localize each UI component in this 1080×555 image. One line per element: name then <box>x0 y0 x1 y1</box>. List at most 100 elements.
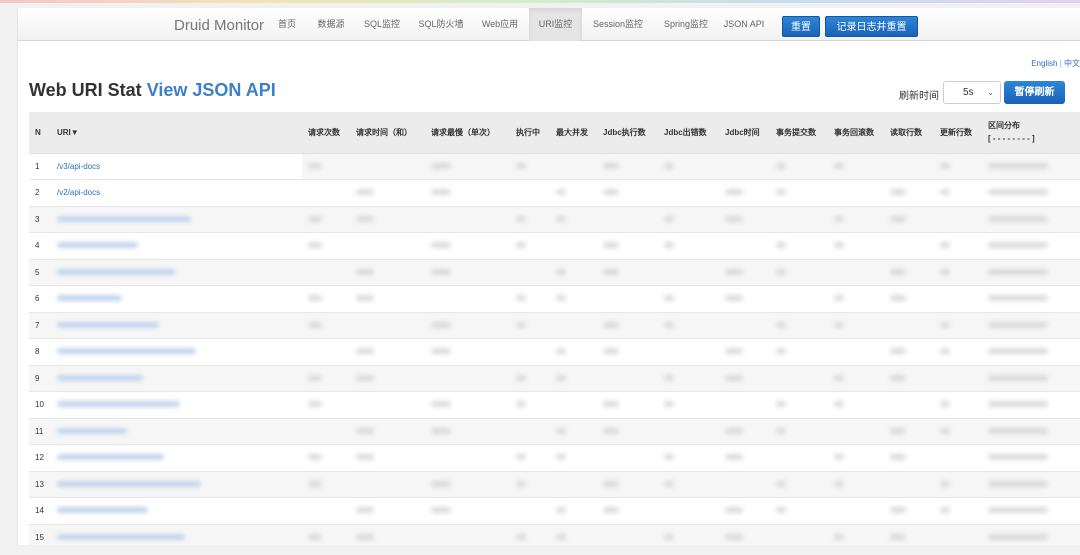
nav-sql-firewall[interactable]: SQL防火墙 <box>414 8 468 41</box>
redacted-uri-link[interactable] <box>57 507 148 514</box>
redacted-value <box>556 374 566 381</box>
row-number: 11 <box>29 417 51 445</box>
nav-web-app[interactable]: Web应用 <box>477 8 523 41</box>
stat-cell <box>597 338 658 365</box>
redacted-uri-link[interactable] <box>57 480 201 487</box>
stat-cell <box>597 523 658 545</box>
uri-cell <box>51 391 302 418</box>
lang-chinese-link[interactable]: 中文 <box>1064 59 1080 68</box>
stat-cell <box>597 444 658 471</box>
nav-datasource[interactable]: 数据源 <box>312 8 350 41</box>
stat-cell <box>719 285 770 312</box>
distribution-cell <box>982 285 1080 312</box>
redacted-value <box>940 321 950 328</box>
stat-cell <box>884 364 934 392</box>
column-header: Jdbc时间 <box>719 112 770 154</box>
redacted-uri-link[interactable] <box>57 534 185 540</box>
redacted-value <box>603 427 619 434</box>
stat-cell <box>597 391 658 418</box>
redacted-uri-link[interactable] <box>57 215 191 222</box>
stat-cell <box>658 470 719 498</box>
redacted-distribution <box>988 454 1048 461</box>
stat-cell <box>302 470 350 498</box>
stat-cell <box>658 311 719 339</box>
stat-cell <box>597 232 658 259</box>
log-and-reset-button[interactable]: 记录日志并重置 <box>825 16 918 37</box>
redacted-value <box>725 348 743 355</box>
redacted-distribution <box>988 401 1048 408</box>
redacted-uri-link[interactable] <box>57 454 164 461</box>
redacted-uri-link[interactable] <box>57 374 143 381</box>
lang-english-link[interactable]: English <box>1031 59 1057 68</box>
redacted-value <box>516 321 526 328</box>
stat-cell <box>510 179 550 206</box>
redacted-value <box>356 427 374 434</box>
redacted-value <box>356 534 374 540</box>
distribution-cell <box>982 497 1080 524</box>
table-row: 13 <box>29 470 1080 498</box>
stat-cell <box>658 338 719 365</box>
stat-cell <box>550 311 597 339</box>
uri-cell <box>51 417 302 445</box>
stat-cell <box>828 232 884 259</box>
nav-home[interactable]: 首页 <box>274 8 300 41</box>
column-header: 读取行数 <box>884 112 934 154</box>
redacted-value <box>890 215 906 222</box>
redacted-value <box>516 242 526 249</box>
stat-cell <box>828 523 884 545</box>
uri-link[interactable]: /v2/api-docs <box>57 188 100 197</box>
reset-button[interactable]: 重置 <box>782 16 820 37</box>
stat-cell <box>510 285 550 312</box>
column-header: Jdbc出错数 <box>658 112 719 154</box>
nav-json-api[interactable]: JSON API <box>722 8 766 41</box>
stat-cell <box>719 311 770 339</box>
row-number: 2 <box>29 179 51 206</box>
redacted-uri-link[interactable] <box>57 321 159 328</box>
redacted-uri-link[interactable] <box>57 427 127 434</box>
refresh-interval-select[interactable]: 5s ⌄ <box>943 81 1001 104</box>
stat-cell <box>550 364 597 392</box>
navbar: Druid Monitor 首页 数据源 SQL监控 SQL防火墙 Web应用 … <box>18 8 1080 41</box>
stat-cell <box>934 470 982 498</box>
nav-session-monitor[interactable]: Session监控 <box>588 8 648 41</box>
distribution-cell <box>982 470 1080 498</box>
redacted-uri-link[interactable] <box>57 401 180 408</box>
distribution-cell <box>982 152 1080 180</box>
redacted-uri-link[interactable] <box>57 295 122 302</box>
redacted-uri-link[interactable] <box>57 348 196 355</box>
row-number: 9 <box>29 364 51 392</box>
stat-cell <box>510 523 550 545</box>
uri-link[interactable]: /v3/api-docs <box>57 162 100 171</box>
redacted-value <box>356 374 374 381</box>
redacted-value <box>725 454 743 461</box>
redacted-value <box>603 507 619 514</box>
row-number: 6 <box>29 285 51 312</box>
column-header[interactable]: URI▼ <box>51 112 302 154</box>
stat-cell <box>425 311 510 339</box>
redacted-value <box>890 189 906 196</box>
nav-spring-monitor[interactable]: Spring监控 <box>656 8 716 41</box>
stat-cell <box>550 523 597 545</box>
redacted-uri-link[interactable] <box>57 242 138 249</box>
redacted-uri-link[interactable] <box>57 268 175 275</box>
redacted-value <box>664 215 674 222</box>
stat-cell <box>658 444 719 471</box>
stat-cell <box>597 152 658 180</box>
stat-cell <box>658 497 719 524</box>
stat-cell <box>597 179 658 206</box>
stat-cell <box>425 232 510 259</box>
nav-sql-monitor[interactable]: SQL监控 <box>360 8 404 41</box>
table-row: 2/v2/api-docs <box>29 179 1080 206</box>
redacted-value <box>890 348 906 355</box>
view-json-api-link[interactable]: View JSON API <box>147 80 276 100</box>
stat-cell <box>884 497 934 524</box>
nav-uri-monitor[interactable]: URI监控 <box>529 8 582 41</box>
pause-refresh-button[interactable]: 暂停刷新 <box>1004 81 1065 104</box>
brand-title[interactable]: Druid Monitor <box>174 17 264 34</box>
redacted-value <box>308 215 322 222</box>
distribution-cell <box>982 311 1080 339</box>
stat-cell <box>658 523 719 545</box>
redacted-value <box>356 215 374 222</box>
stat-cell <box>770 232 828 259</box>
redacted-value <box>308 295 322 302</box>
